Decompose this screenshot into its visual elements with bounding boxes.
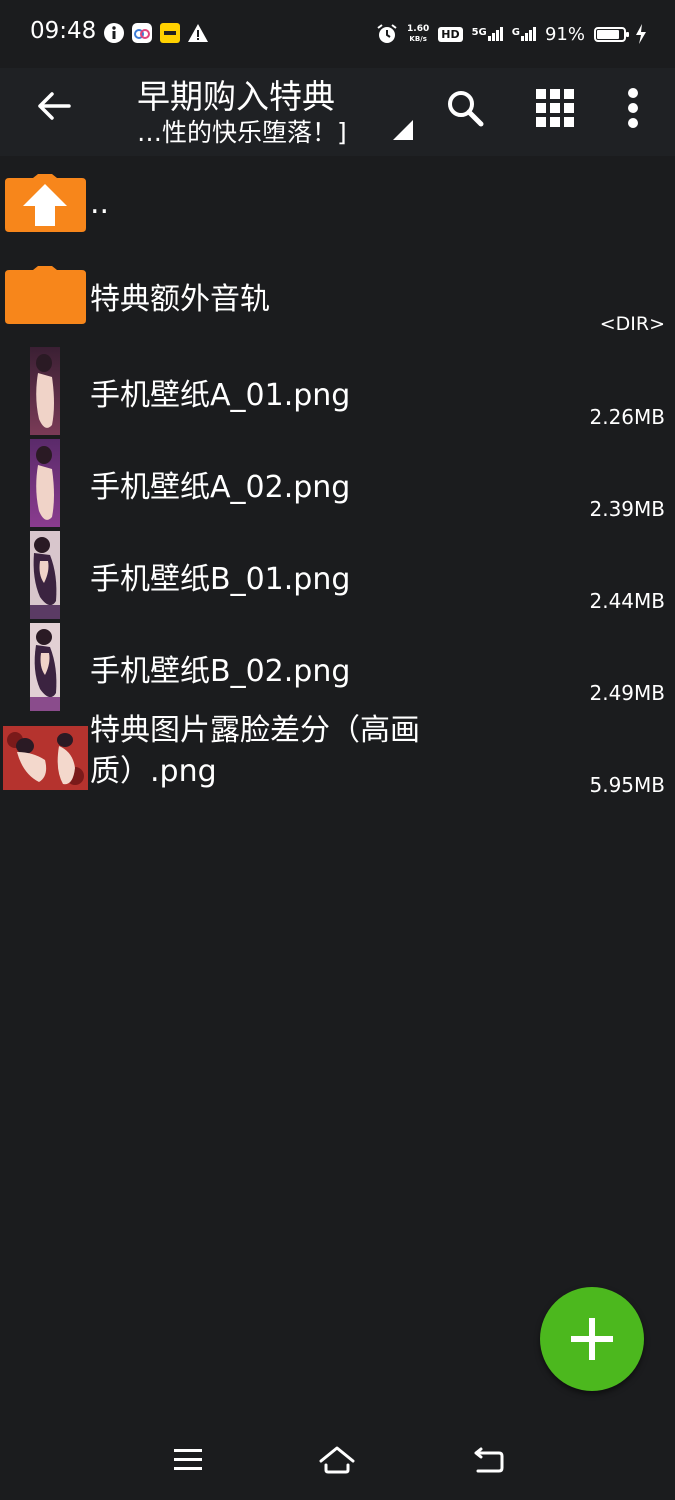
back-button[interactable]: [28, 80, 80, 132]
more-vert-icon: [628, 88, 638, 128]
more-options-button[interactable]: [605, 80, 661, 136]
file-size: 2.39MB: [589, 497, 665, 521]
file-list: .. 特典额外音轨 <DIR> 手机壁纸A_01.png 2.26MB 手机壁纸…: [0, 160, 675, 804]
file-name: 手机壁纸A_01.png: [90, 378, 351, 413]
path-subtitle[interactable]: …性的快乐堕落！]: [137, 113, 347, 149]
back-icon: [474, 1447, 504, 1473]
status-time: 09:48: [30, 18, 97, 44]
list-item-image[interactable]: 手机壁纸B_02.png 2.49MB: [0, 620, 675, 712]
signal-5g-icon: 5G: [472, 27, 503, 41]
file-name: 手机壁纸B_01.png: [90, 562, 351, 597]
image-thumbnail: [3, 726, 88, 790]
grid-view-icon: [536, 89, 574, 127]
warning-icon: [188, 24, 208, 42]
image-thumbnail: [30, 439, 60, 527]
toolbar: 早期购入特典 …性的快乐堕落！]: [0, 68, 675, 156]
folder-title: 早期购入特典: [137, 77, 335, 116]
file-size: 2.44MB: [589, 589, 665, 613]
app-notification-icon: [132, 23, 152, 43]
nav-home-button[interactable]: [312, 1438, 362, 1482]
list-item-folder[interactable]: 特典额外音轨 <DIR>: [0, 252, 675, 344]
file-name: 手机壁纸B_02.png: [90, 654, 351, 689]
image-thumbnail: [30, 623, 60, 711]
menu-icon: [174, 1449, 202, 1470]
back-arrow-icon: [38, 92, 71, 120]
battery-icon: [594, 26, 629, 42]
list-item-image[interactable]: 手机壁纸A_02.png 2.39MB: [0, 436, 675, 528]
list-item-image[interactable]: 手机壁纸A_01.png 2.26MB: [0, 344, 675, 436]
status-indicators: 1.60 KB/s HD 5G G 91%: [376, 17, 647, 51]
search-icon: [448, 91, 484, 127]
list-item-parent-folder[interactable]: ..: [0, 160, 675, 252]
file-meta-dir: <DIR>: [599, 313, 665, 335]
file-size: 5.95MB: [589, 773, 665, 797]
info-icon: [104, 23, 124, 43]
grid-view-button[interactable]: [527, 80, 583, 136]
image-thumbnail: [30, 347, 60, 435]
list-item-image[interactable]: 手机壁纸B_01.png 2.44MB: [0, 528, 675, 620]
network-speed: 1.60 KB/s: [407, 24, 430, 43]
file-name: 手机壁纸A_02.png: [90, 470, 351, 505]
image-thumbnail: [30, 531, 60, 619]
file-name: 特典额外音轨: [90, 282, 270, 317]
add-button[interactable]: [540, 1287, 644, 1391]
system-nav-bar: [0, 1420, 675, 1500]
search-button[interactable]: [437, 80, 493, 136]
list-item-image[interactable]: 特典图片露脸差分（高画 质）.png 5.95MB: [0, 712, 675, 804]
status-bar: 09:48 1.60 KB/s HD 5G G 91%: [0, 0, 675, 68]
parent-folder-icon: [5, 174, 86, 232]
nav-menu-button[interactable]: [163, 1438, 213, 1482]
signal-g-icon: G: [512, 27, 536, 41]
meituan-icon: [160, 23, 180, 43]
file-name: ..: [90, 186, 110, 221]
file-name: 特典图片露脸差分（高画 质）.png: [90, 713, 420, 789]
file-size: 2.26MB: [589, 405, 665, 429]
path-dropdown-caret-icon[interactable]: [393, 120, 413, 140]
charging-icon: [636, 24, 646, 44]
file-size: 2.49MB: [589, 681, 665, 705]
battery-percent: 91%: [544, 23, 585, 45]
hd-icon: HD: [438, 26, 463, 42]
alarm-icon: [377, 24, 397, 43]
plus-icon: [571, 1318, 613, 1360]
nav-back-button[interactable]: [463, 1438, 513, 1482]
folder-icon: [5, 266, 86, 324]
home-icon: [319, 1446, 355, 1474]
